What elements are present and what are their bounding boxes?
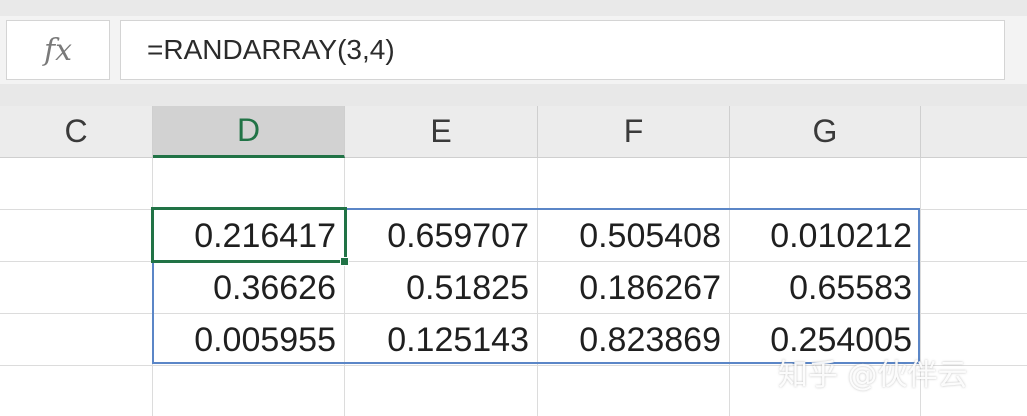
active-cell-border bbox=[151, 207, 347, 263]
column-headers: C D E F G bbox=[0, 106, 1027, 158]
watermark: 知乎 @伙伴云 bbox=[778, 358, 968, 393]
column-header-g[interactable]: G bbox=[730, 106, 921, 158]
ribbon-edge bbox=[0, 0, 1027, 16]
function-icon: fx bbox=[43, 32, 73, 68]
sheet-toolbar-gap bbox=[0, 84, 1027, 106]
fill-handle[interactable] bbox=[340, 257, 349, 266]
column-header-c[interactable]: C bbox=[0, 106, 153, 158]
column-header-d[interactable]: D bbox=[153, 106, 345, 158]
column-header-e[interactable]: E bbox=[345, 106, 538, 158]
formula-input[interactable]: =RANDARRAY(3,4) bbox=[120, 20, 1005, 80]
column-header-f[interactable]: F bbox=[538, 106, 730, 158]
insert-function-button[interactable]: fx bbox=[6, 20, 110, 80]
formula-bar: fx =RANDARRAY(3,4) bbox=[0, 16, 1027, 84]
column-header-h[interactable] bbox=[921, 106, 1027, 158]
